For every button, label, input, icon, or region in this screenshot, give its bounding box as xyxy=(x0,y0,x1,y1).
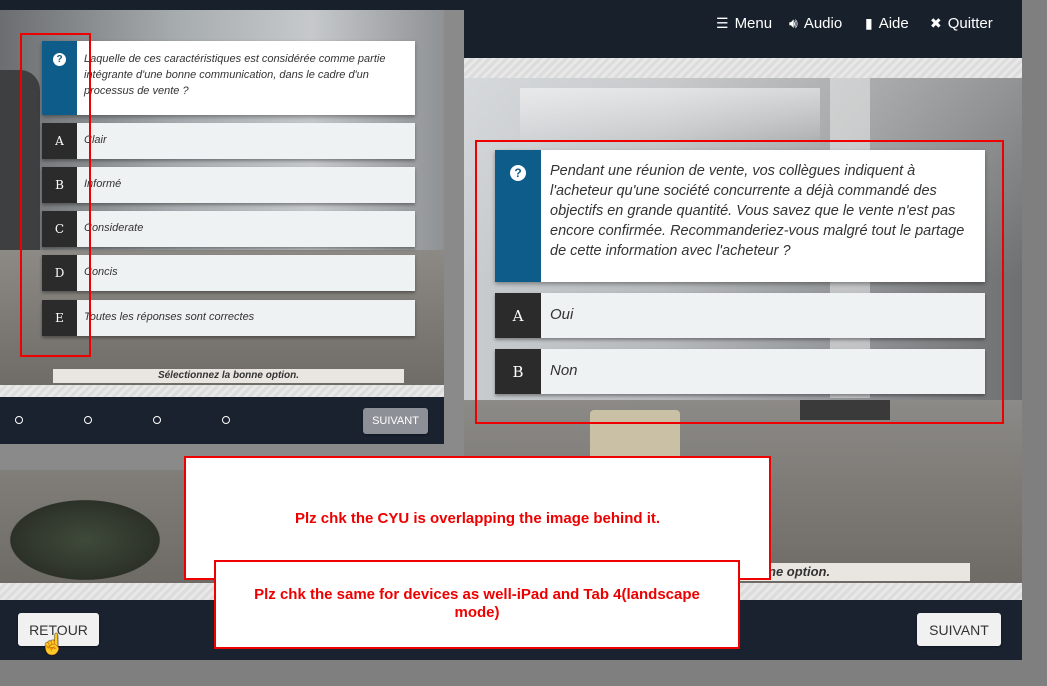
progress-dot[interactable] xyxy=(84,416,92,424)
audio-button[interactable]: 🔊︎ Audio xyxy=(789,12,842,34)
speaker-icon: 🔊︎ xyxy=(789,14,798,31)
overlay-next-button[interactable]: SUIVANT xyxy=(363,408,428,434)
review-highlight-box xyxy=(475,140,1004,424)
overlay-option-b[interactable]: B Informé xyxy=(42,167,415,203)
overlay-footer-divider xyxy=(0,385,444,397)
review-note-devices: Plz chk the same for devices as well-iPa… xyxy=(214,560,740,649)
overlay-bottom-bar: SUIVANT xyxy=(0,397,444,444)
option-label: Considerate xyxy=(84,222,144,234)
overlay-option-c[interactable]: C Considerate xyxy=(42,211,415,247)
overlay-question-card: ? Laquelle de ces caractéristiques est c… xyxy=(42,41,415,115)
overlay-option-e[interactable]: E Toutes les réponses sont correctes xyxy=(42,300,415,336)
book-icon: ▮ xyxy=(865,14,873,31)
quit-button[interactable]: ✖ Quitter xyxy=(930,12,993,34)
menu-button[interactable]: ☰ Menu xyxy=(716,12,772,34)
menu-label: Menu xyxy=(734,14,773,32)
review-note-text: Plz chk the CYU is overlapping the image… xyxy=(294,510,661,527)
instruction-hint: ne option. xyxy=(740,563,970,581)
hand-cursor-icon: ☝ xyxy=(40,634,65,656)
overlay-option-a[interactable]: A Clair xyxy=(42,123,415,159)
audio-label: Audio xyxy=(803,14,843,32)
overlay-option-d[interactable]: D Concis xyxy=(42,255,415,291)
help-label: Aide xyxy=(878,14,909,32)
next-button[interactable]: SUIVANT xyxy=(917,613,1001,646)
option-label: Toutes les réponses sont correctes xyxy=(84,311,255,323)
list-icon: ☰ xyxy=(716,14,729,31)
overlay-question-text: Laquelle de ces caractéristiques est con… xyxy=(84,53,386,97)
overlay-highlight-box xyxy=(20,33,91,357)
progress-dot[interactable] xyxy=(153,416,161,424)
help-button[interactable]: ▮ Aide xyxy=(865,12,909,34)
overlay-instruction-hint: Sélectionnez la bonne option. xyxy=(53,369,404,383)
progress-dot[interactable] xyxy=(15,416,23,424)
progress-dot[interactable] xyxy=(222,416,230,424)
close-icon: ✖ xyxy=(930,14,942,31)
quit-label: Quitter xyxy=(947,14,993,32)
review-note-text: Plz chk the same for devices as well-iPa… xyxy=(254,586,700,621)
